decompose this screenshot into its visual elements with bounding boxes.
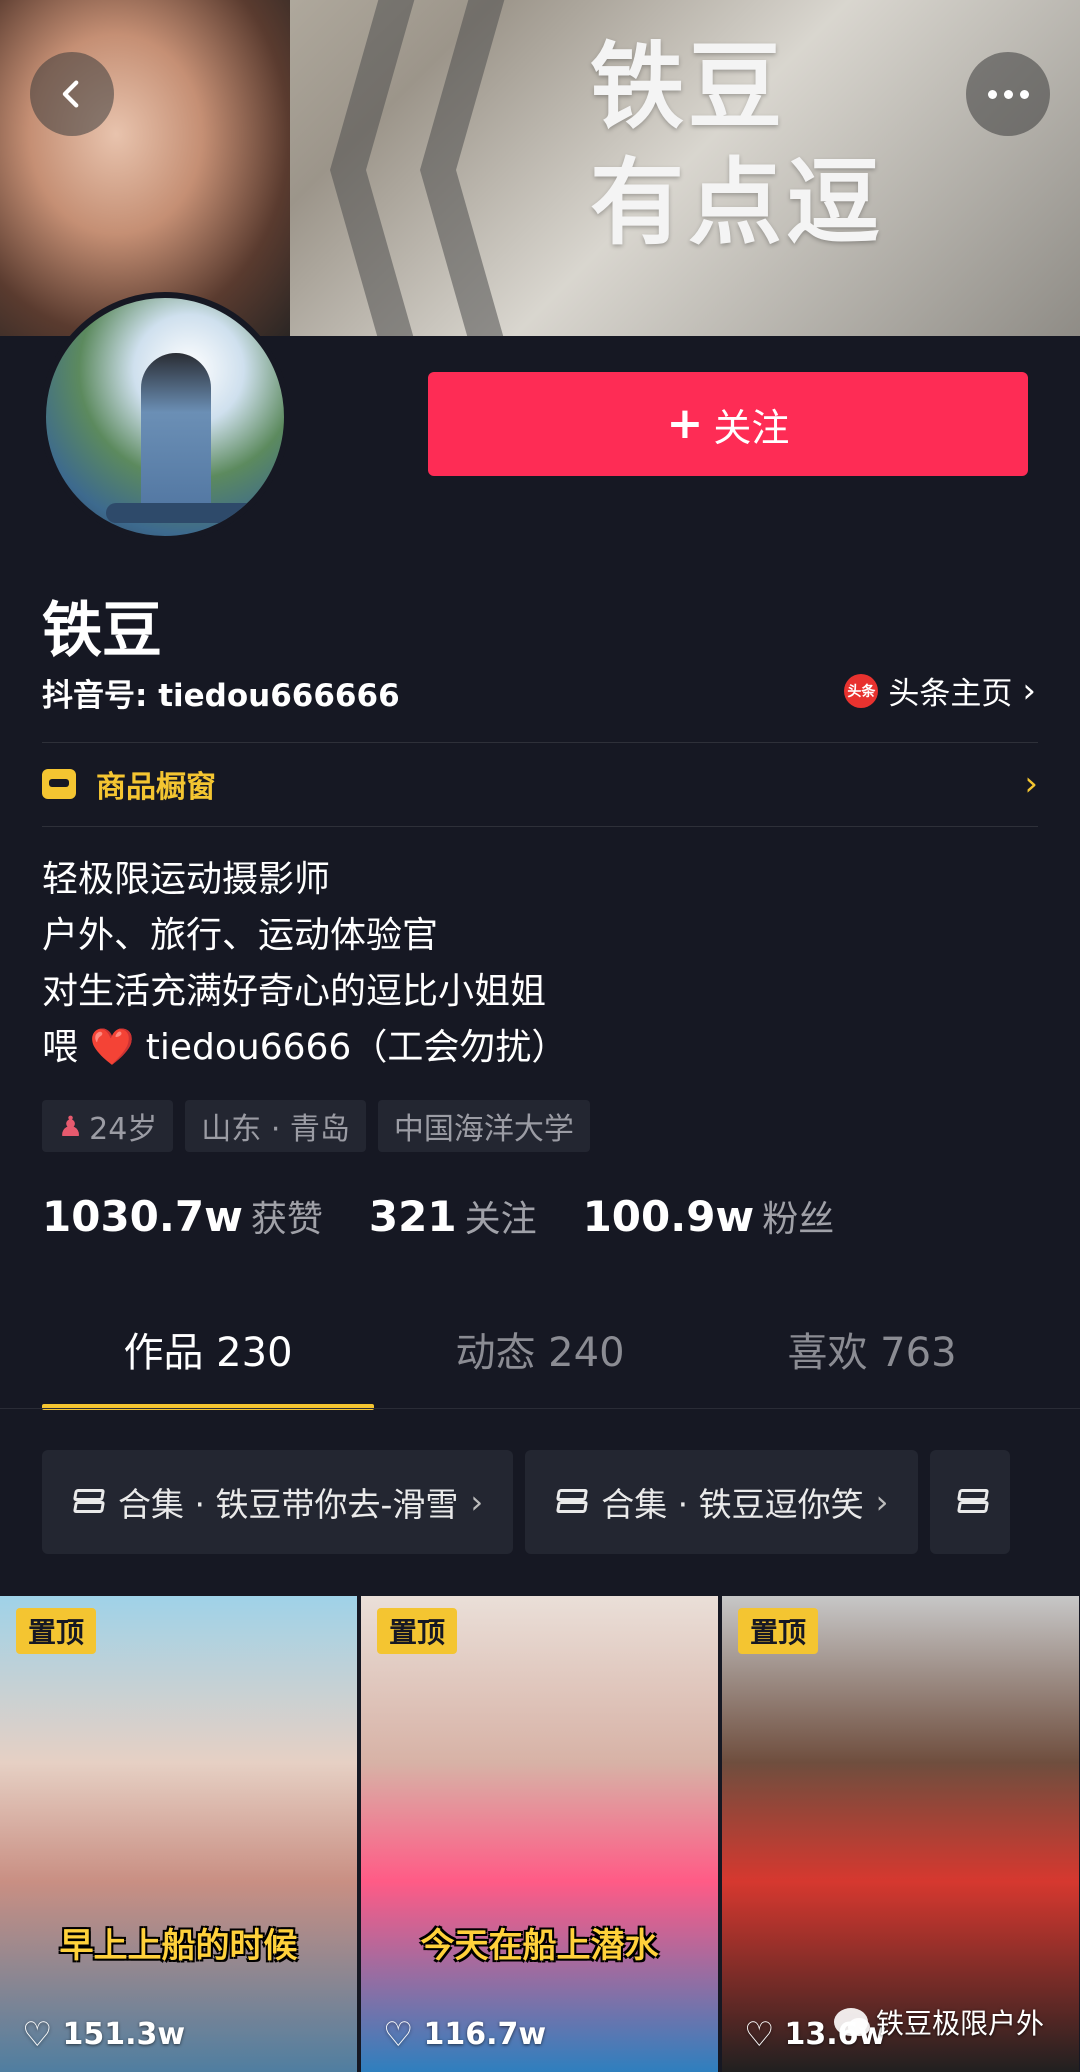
wechat-watermark: 铁豆极限户外 <box>833 2002 1044 2042</box>
layers-icon <box>555 1487 589 1517</box>
likes-stat: 1030.7w 获赞 <box>42 1190 323 1242</box>
profile-tags: ♟ 24岁 山东 · 青岛 中国海洋大学 <box>42 1100 590 1152</box>
video-caption: 早上上船的时候 <box>59 1926 298 1966</box>
collection-label: 合集 · 铁豆带你去-滑雪 <box>118 1485 459 1524</box>
douyin-id: 抖音号: tiedou666666 <box>42 678 400 714</box>
video-thumbnail[interactable]: 置顶 ♡ 13.6w <box>722 1596 1079 2072</box>
toutiao-logo-icon: 头条 <box>844 673 879 708</box>
female-person-icon: ♟ <box>58 1109 84 1143</box>
following-label: 关注 <box>464 1199 537 1240</box>
banner-title-line1: 铁豆 <box>590 33 787 142</box>
collection-chip[interactable]: 合集 · 铁豆带你去-滑雪 › <box>42 1450 514 1554</box>
video-thumbnail[interactable]: 置顶 今天在船上潜水 ♡ 116.7w <box>361 1596 718 2072</box>
heart-outline-icon: ♡ <box>22 2014 53 2055</box>
product-showcase-row[interactable]: 商品橱窗 › <box>42 742 1038 826</box>
content-tabs: 作品 230 动态 240 喜欢 763 <box>42 1320 1038 1410</box>
profile-bio: 轻极限运动摄影师 户外、旅行、运动体验官 对生活充满好奇心的逗比小姐姐 喂 ❤️… <box>42 852 1042 1076</box>
banner-title: 铁豆 有点逗 <box>590 30 930 262</box>
bio-line: 户外、旅行、运动体验官 <box>42 915 439 956</box>
following-stat[interactable]: 321 关注 <box>369 1190 537 1242</box>
follow-label: 关注 <box>713 405 790 450</box>
following-count: 321 <box>368 1192 457 1241</box>
followers-count: 100.9w <box>582 1192 755 1241</box>
profile-banner: 铁豆 有点逗 <box>0 0 1080 336</box>
divider <box>42 826 1038 827</box>
age-label: 24岁 <box>89 1112 158 1147</box>
layers-icon <box>72 1487 106 1517</box>
likes-count: 116.7w <box>423 2017 547 2052</box>
banner-chevron-decoration <box>420 0 510 336</box>
toutiao-homepage-link[interactable]: 头条 头条主页 › <box>844 668 1036 713</box>
heart-outline-icon: ♡ <box>383 2014 414 2055</box>
back-chevron-icon <box>62 80 79 108</box>
location-tag: 山东 · 青岛 <box>185 1100 366 1152</box>
age-tag: ♟ 24岁 <box>42 1100 174 1152</box>
video-caption: 今天在船上潜水 <box>420 1926 659 1966</box>
school-tag: 中国海洋大学 <box>377 1100 590 1152</box>
shop-label: 商品橱窗 <box>96 770 216 805</box>
followers-label: 粉丝 <box>762 1199 835 1240</box>
toutiao-label: 头条主页 <box>888 676 1013 712</box>
bio-line: 对生活充满好奇心的逗比小姐姐 <box>42 971 547 1012</box>
back-button[interactable] <box>30 52 114 136</box>
profile-name: 铁豆 <box>42 596 162 666</box>
avatar-figure <box>141 353 211 523</box>
collections-row: 合集 · 铁豆带你去-滑雪 › 合集 · 铁豆逗你笑 › <box>42 1450 1011 1554</box>
more-button[interactable] <box>966 52 1050 136</box>
shop-icon <box>42 769 76 799</box>
location-label: 山东 · 青岛 <box>201 1112 350 1147</box>
video-thumbnail[interactable]: 置顶 早上上船的时候 ♡ 151.3w <box>0 1596 357 2072</box>
avatar[interactable] <box>40 292 290 542</box>
school-label: 中国海洋大学 <box>393 1112 574 1147</box>
follow-button[interactable]: + 关注 <box>428 372 1028 476</box>
collection-chip[interactable]: 合集 · 铁豆逗你笑 › <box>525 1450 919 1554</box>
video-likes: ♡ 116.7w <box>383 2017 546 2052</box>
bio-contact-prefix: 喂 <box>42 1027 79 1068</box>
plus-icon: + <box>666 398 704 449</box>
layers-icon <box>956 1487 990 1517</box>
heart-emoji-icon: ❤️ <box>89 1027 135 1068</box>
pinned-badge: 置顶 <box>377 1608 458 1654</box>
watermark-label: 铁豆极限户外 <box>875 2007 1044 2040</box>
pinned-badge: 置顶 <box>16 1608 97 1654</box>
wechat-icon <box>833 2008 870 2036</box>
profile-page: 铁豆 有点逗 + 关注 铁豆 抖音号: tiedou666666 头条 头条主页… <box>0 0 1080 2072</box>
chevron-right-icon: › <box>1022 670 1036 711</box>
chevron-right-icon: › <box>470 1483 484 1521</box>
collection-chip-partial[interactable] <box>930 1450 1011 1554</box>
banner-photo <box>0 0 290 336</box>
bio-contact-line: 喂 ❤️ tiedou6666（工会勿扰） <box>42 1020 1042 1076</box>
divider <box>0 1408 1080 1409</box>
tab-works[interactable]: 作品 230 <box>42 1320 374 1410</box>
banner-title-line2: 有点逗 <box>590 149 885 258</box>
bio-line: 轻极限运动摄影师 <box>42 859 331 900</box>
pinned-badge: 置顶 <box>738 1608 819 1654</box>
likes-label: 获赞 <box>250 1199 323 1240</box>
video-likes: ♡ 151.3w <box>22 2017 185 2052</box>
banner-chevron-decoration <box>330 0 420 336</box>
likes-count: 151.3w <box>62 2017 186 2052</box>
avatar-skateboard <box>106 503 256 523</box>
tab-liked[interactable]: 喜欢 763 <box>706 1320 1038 1410</box>
profile-stats: 1030.7w 获赞 321 关注 100.9w 粉丝 <box>42 1190 834 1242</box>
heart-outline-icon: ♡ <box>744 2014 775 2055</box>
video-grid: 置顶 早上上船的时候 ♡ 151.3w 置顶 今天在船上潜水 ♡ 116.7w … <box>0 1596 1080 2072</box>
tab-activity[interactable]: 动态 240 <box>374 1320 706 1410</box>
bio-contact-suffix: tiedou6666（工会勿扰） <box>145 1027 568 1068</box>
likes-count: 1030.7w <box>42 1192 243 1241</box>
chevron-right-icon: › <box>1024 764 1038 804</box>
more-dots-icon <box>987 89 1029 99</box>
followers-stat[interactable]: 100.9w 粉丝 <box>583 1190 835 1242</box>
chevron-right-icon: › <box>875 1483 889 1521</box>
collection-label: 合集 · 铁豆逗你笑 <box>601 1485 864 1524</box>
